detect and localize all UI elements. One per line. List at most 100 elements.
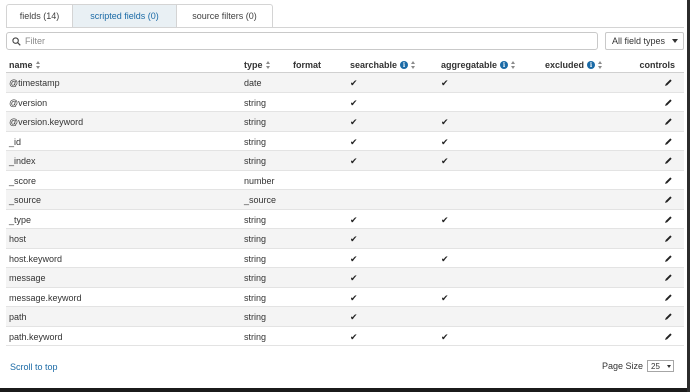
info-icon[interactable]: i [500,61,509,69]
tab-fields[interactable]: fields (14) [6,4,73,27]
edit-pencil-icon[interactable] [664,234,673,243]
edit-pencil-icon[interactable] [664,254,673,263]
searchable-checkmark-icon: ✔ [350,273,358,283]
edit-pencil-icon[interactable] [664,98,673,107]
field-type: string [244,331,267,342]
tab-bar: fields (14) scripted fields (0) source f… [6,4,273,27]
edit-pencil-icon[interactable] [664,195,673,204]
table-row: @version string ✔ [6,93,684,112]
table-row: path.keyword string ✔ ✔ [6,327,684,346]
column-header-aggregatable[interactable]: aggregatable i [441,60,516,70]
edit-pencil-icon[interactable] [664,332,673,341]
field-type: string [244,253,267,264]
field-name: @version.keyword [9,117,84,127]
table-header: name type format searchable i aggregatabl… [6,58,684,73]
column-header-excluded[interactable]: excluded i [545,60,603,70]
sort-icon[interactable] [411,61,416,69]
table-row: _source _source [6,190,684,210]
field-name: @version [9,97,48,108]
field-type: string [244,214,267,225]
column-header-format-label: format [293,60,322,70]
column-header-type[interactable]: type [244,60,271,70]
field-name: _source [9,195,42,205]
column-header-controls-label: controls [639,60,675,70]
field-name: host [9,234,27,244]
table-row: @version.keyword string ✔ ✔ [6,112,684,132]
filter-box[interactable] [6,32,598,50]
table-row: host string ✔ [6,229,684,249]
field-name: path.keyword [9,331,63,342]
field-type: string [244,136,267,147]
tab-divider [6,27,684,28]
tab-fields-label: fields (14) [19,11,60,21]
field-type-select-value: All field types [612,36,666,46]
searchable-checkmark-icon: ✔ [350,331,358,342]
aggregatable-checkmark-icon: ✔ [441,136,449,147]
field-type: string [244,292,267,303]
field-name: _id [9,136,22,147]
field-type: string [244,312,267,322]
page-size-select[interactable]: 25 [647,360,674,372]
edit-pencil-icon[interactable] [664,215,673,224]
column-header-name[interactable]: name [9,60,41,70]
tab-source-filters[interactable]: source filters (0) [177,4,273,27]
aggregatable-checkmark-icon: ✔ [441,117,449,127]
field-name: message.keyword [9,292,82,303]
field-name: message [9,273,46,283]
column-header-searchable[interactable]: searchable i [350,60,416,70]
edit-pencil-icon[interactable] [664,137,673,146]
scroll-to-top-link[interactable]: Scroll to top [10,362,58,372]
field-type: date [244,78,262,88]
aggregatable-checkmark-icon: ✔ [441,156,449,166]
window-bottom-edge [0,388,690,392]
searchable-checkmark-icon: ✔ [350,136,358,147]
sort-icon[interactable] [35,61,41,69]
column-header-type-label: type [244,60,263,70]
column-header-format: format [293,60,321,70]
column-header-controls: controls [639,60,675,70]
page-size-value: 25 [651,361,660,371]
table-row: _score number [6,171,684,190]
edit-pencil-icon[interactable] [664,156,673,165]
field-name: @timestamp [9,78,60,88]
aggregatable-checkmark-icon: ✔ [441,331,449,342]
edit-pencil-icon[interactable] [664,273,673,282]
tab-source-filters-label: source filters (0) [192,11,257,21]
table-row: message.keyword string ✔ ✔ [6,288,684,307]
chevron-down-icon [672,39,678,43]
page-size-label: Page Size [601,361,643,371]
table-row: _id string ✔ ✔ [6,132,684,151]
aggregatable-checkmark-icon: ✔ [441,253,449,264]
edit-pencil-icon[interactable] [664,176,673,185]
table-row: message string ✔ [6,268,684,288]
field-type: string [244,97,267,108]
searchable-checkmark-icon: ✔ [350,78,358,88]
table-row: path string ✔ [6,307,684,327]
tab-scripted-fields[interactable]: scripted fields (0) [73,4,177,27]
edit-pencil-icon[interactable] [664,117,673,126]
edit-pencil-icon[interactable] [664,293,673,302]
aggregatable-checkmark-icon: ✔ [441,78,449,88]
info-icon[interactable]: i [400,61,409,69]
field-type-select[interactable]: All field types [605,32,684,50]
tab-scripted-fields-label: scripted fields (0) [90,11,159,21]
table-row: _index string ✔ ✔ [6,151,684,171]
column-header-aggregatable-label: aggregatable [441,60,498,70]
field-type: number [244,175,275,186]
searchable-checkmark-icon: ✔ [350,253,358,264]
column-header-excluded-label: excluded [545,60,585,70]
field-type: _source [244,195,277,205]
field-name: _score [9,175,37,186]
searchable-checkmark-icon: ✔ [350,292,358,303]
sort-icon[interactable] [265,61,271,69]
filter-row: All field types [6,32,684,50]
table-body: @timestamp date ✔ ✔ @version string ✔ @version.… [6,73,684,346]
info-icon[interactable]: i [587,61,596,69]
edit-pencil-icon[interactable] [664,312,673,321]
sort-icon[interactable] [598,61,603,69]
fields-table: name type format searchable i aggregatabl… [6,58,684,346]
filter-input[interactable] [25,36,585,46]
sort-icon[interactable] [511,61,516,69]
edit-pencil-icon[interactable] [664,78,673,87]
field-name: path [9,312,27,322]
